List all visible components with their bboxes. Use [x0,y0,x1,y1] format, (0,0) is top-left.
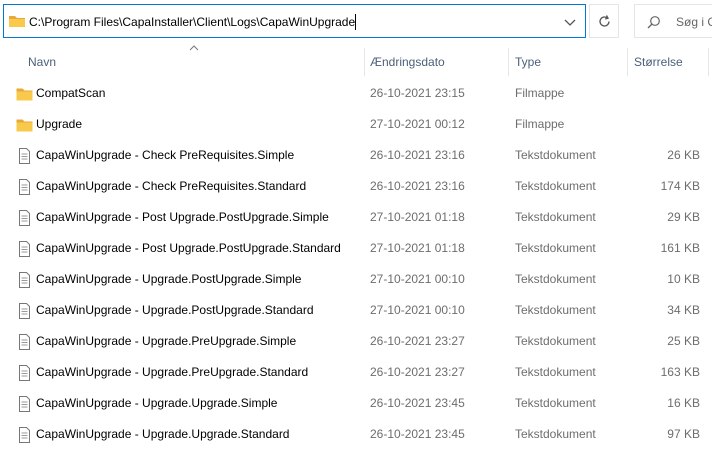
folder-icon [16,119,33,132]
file-date: 27-10-2021 01:18 [370,241,465,255]
file-type: Tekstdokument [515,427,596,441]
folder-icon [9,16,25,27]
column-header: Navn Ændringsdato Type Størrelse [0,48,712,76]
file-row[interactable]: CapaWinUpgrade - Upgrade.PreUpgrade.Stan… [0,357,712,388]
file-name: CompatScan [36,86,106,100]
file-type: Tekstdokument [515,334,596,348]
column-divider[interactable] [708,48,709,76]
file-date: 27-10-2021 00:10 [370,272,465,286]
file-type: Tekstdokument [515,365,596,379]
file-type: Tekstdokument [515,396,596,410]
file-name: CapaWinUpgrade - Check PreRequisites.Sim… [36,148,295,162]
file-size: 174 KB [660,179,700,193]
file-row[interactable]: CompatScan 26-10-2021 23:15 Filmappe [0,78,712,109]
file-type: Filmappe [515,117,565,131]
file-size: 16 KB [667,396,700,410]
column-header-size[interactable]: Størrelse [634,48,683,76]
file-name: CapaWinUpgrade - Upgrade.PostUpgrade.Sim… [36,272,302,286]
chevron-down-icon[interactable] [563,15,577,29]
file-size: 163 KB [660,365,700,379]
folder-icon [16,88,33,101]
file-type: Tekstdokument [515,210,596,224]
text-caret [355,14,356,30]
column-header-type[interactable]: Type [515,48,541,76]
file-date: 27-10-2021 00:12 [370,117,465,131]
file-size: 161 KB [660,241,700,255]
text-file-icon [19,396,30,412]
column-divider[interactable] [627,48,628,76]
file-type: Tekstdokument [515,148,596,162]
file-date: 26-10-2021 23:45 [370,427,465,441]
address-bar[interactable]: C:\Program Files\CapaInstaller\Client\Lo… [3,4,586,38]
file-size: 29 KB [667,210,700,224]
text-file-icon [19,241,30,257]
file-date: 26-10-2021 23:16 [370,179,465,193]
address-path[interactable]: C:\Program Files\CapaInstaller\Client\Lo… [29,15,355,29]
file-size: 26 KB [667,148,700,162]
search-icon [647,16,660,29]
file-name: Upgrade [36,117,83,131]
text-file-icon [19,179,30,195]
text-file-icon [19,210,30,226]
file-name: CapaWinUpgrade - Upgrade.Upgrade.Simple [36,396,278,410]
text-file-icon [19,272,30,288]
file-type: Tekstdokument [515,272,596,286]
file-date: 26-10-2021 23:27 [370,334,465,348]
text-file-icon [19,334,30,350]
file-date: 26-10-2021 23:15 [370,86,465,100]
file-size: 34 KB [667,303,700,317]
file-date: 26-10-2021 23:16 [370,148,465,162]
file-size: 97 KB [667,427,700,441]
file-name: CapaWinUpgrade - Upgrade.PreUpgrade.Simp… [36,334,297,348]
text-file-icon [19,148,30,164]
text-file-icon [19,427,30,443]
file-row[interactable]: CapaWinUpgrade - Upgrade.PostUpgrade.Sim… [0,264,712,295]
file-row[interactable]: CapaWinUpgrade - Post Upgrade.PostUpgrad… [0,202,712,233]
search-box[interactable]: Søg i C [634,4,712,38]
column-divider[interactable] [364,48,365,76]
refresh-icon [599,15,610,27]
file-name: CapaWinUpgrade - Check PreRequisites.Sta… [36,179,307,193]
file-size: 25 KB [667,334,700,348]
file-row[interactable]: CapaWinUpgrade - Upgrade.PreUpgrade.Simp… [0,326,712,357]
text-file-icon [19,303,30,319]
file-type: Tekstdokument [515,303,596,317]
file-date: 26-10-2021 23:27 [370,365,465,379]
file-row[interactable]: CapaWinUpgrade - Check PreRequisites.Sta… [0,171,712,202]
file-row[interactable]: CapaWinUpgrade - Check PreRequisites.Sim… [0,140,712,171]
file-row[interactable]: CapaWinUpgrade - Upgrade.Upgrade.Standar… [0,419,712,450]
file-name: CapaWinUpgrade - Upgrade.PostUpgrade.Sta… [36,303,314,317]
search-placeholder: Søg i C [676,15,712,29]
file-name: CapaWinUpgrade - Post Upgrade.PostUpgrad… [36,210,329,224]
file-row[interactable]: CapaWinUpgrade - Post Upgrade.PostUpgrad… [0,233,712,264]
file-date: 27-10-2021 00:10 [370,303,465,317]
file-row[interactable]: CapaWinUpgrade - Upgrade.Upgrade.Simple … [0,388,712,419]
column-header-name[interactable]: Navn [28,48,56,76]
file-type: Tekstdokument [515,179,596,193]
file-size: 10 KB [667,272,700,286]
file-name: CapaWinUpgrade - Upgrade.PreUpgrade.Stan… [36,365,309,379]
column-divider[interactable] [508,48,509,76]
file-type: Filmappe [515,86,565,100]
file-name: CapaWinUpgrade - Upgrade.Upgrade.Standar… [36,427,290,441]
file-date: 26-10-2021 23:45 [370,396,465,410]
text-file-icon [19,365,30,381]
file-date: 27-10-2021 01:18 [370,210,465,224]
file-row[interactable]: CapaWinUpgrade - Upgrade.PostUpgrade.Sta… [0,295,712,326]
file-type: Tekstdokument [515,241,596,255]
file-row[interactable]: Upgrade 27-10-2021 00:12 Filmappe [0,109,712,140]
file-name: CapaWinUpgrade - Post Upgrade.PostUpgrad… [36,241,341,255]
refresh-button[interactable] [589,4,619,38]
column-header-date[interactable]: Ændringsdato [370,48,445,76]
